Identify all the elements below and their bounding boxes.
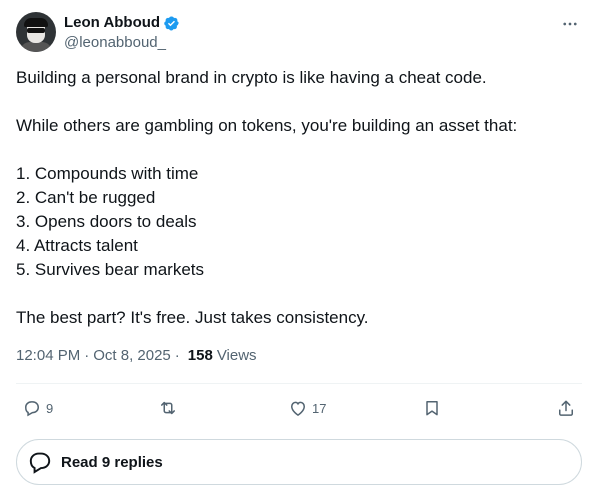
divider (16, 383, 582, 384)
handle[interactable]: @leonabboud_ (64, 33, 180, 53)
list-item: 1. Compounds with time (16, 164, 199, 183)
share-button[interactable] (556, 392, 576, 424)
tweet-line: Building a personal brand in crypto is l… (16, 68, 487, 87)
tweet-header: Leon Abboud @leonabboud_ (16, 12, 582, 54)
bookmark-button[interactable] (422, 392, 442, 424)
views-count[interactable]: 158 (188, 346, 213, 366)
like-count: 17 (312, 400, 327, 416)
retweet-icon (161, 401, 175, 415)
tweet-line: The best part? It's free. Just takes con… (16, 308, 369, 327)
tweet-time[interactable]: 12:04 PM (16, 346, 80, 366)
action-bar: 9 17 (16, 392, 582, 424)
chat-bubble-icon (29, 452, 51, 474)
meta-separator: · (84, 347, 90, 364)
list-item: 3. Opens doors to deals (16, 212, 197, 231)
meta-separator: · (174, 347, 180, 364)
share-icon (559, 400, 573, 416)
avatar[interactable] (16, 12, 56, 52)
retweet-button[interactable] (158, 392, 182, 424)
display-name[interactable]: Leon Abboud (64, 13, 160, 33)
reply-button[interactable]: 9 (22, 392, 53, 424)
tweet-meta: 12:04 PM · Oct 8, 2025 · 158 Views (16, 346, 257, 366)
reply-icon (24, 401, 40, 417)
verified-badge-icon (164, 15, 179, 31)
author-info: Leon Abboud @leonabboud_ (64, 13, 180, 53)
bookmark-icon (426, 401, 438, 416)
tweet-text: Building a personal brand in crypto is l… (16, 66, 582, 330)
like-button[interactable]: 17 (288, 392, 326, 424)
tweet-date[interactable]: Oct 8, 2025 (93, 346, 171, 366)
tweet-line: While others are gambling on tokens, you… (16, 116, 518, 135)
more-horizontal-icon[interactable] (560, 14, 580, 34)
list-item: 5. Survives bear markets (16, 260, 205, 279)
views-label: Views (216, 347, 257, 364)
read-replies-label: Read 9 replies (61, 453, 163, 471)
list-item: 4. Attracts talent (16, 236, 138, 255)
heart-icon (290, 401, 306, 416)
reply-count: 9 (46, 400, 54, 416)
read-replies-button[interactable]: Read 9 replies (16, 439, 582, 485)
list-item: 2. Can't be rugged (16, 188, 156, 207)
